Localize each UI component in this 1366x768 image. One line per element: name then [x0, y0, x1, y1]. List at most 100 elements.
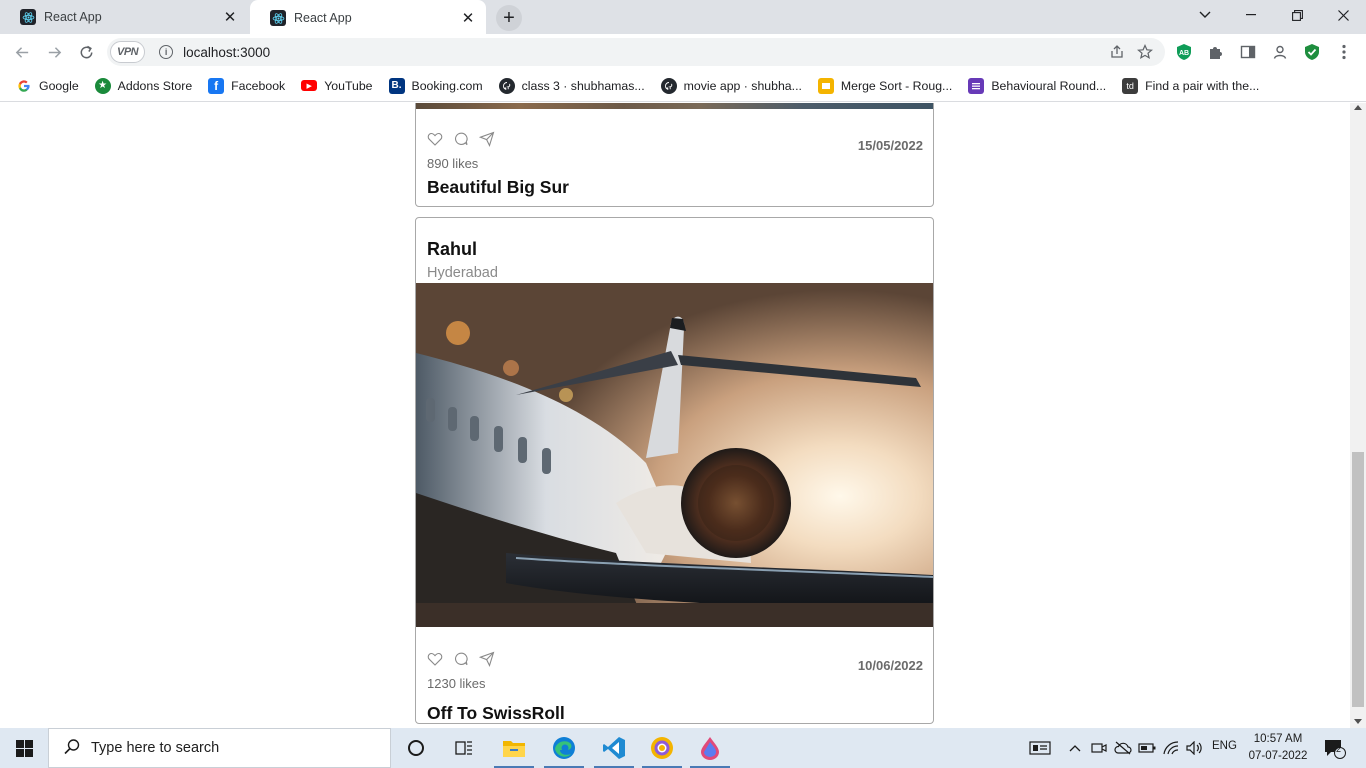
page-viewport: 15/05/2022 890 likes Beautiful Big Sur R… — [0, 103, 1350, 728]
side-panel-icon[interactable] — [1238, 42, 1258, 62]
post-image — [416, 103, 933, 109]
cloud-off-icon[interactable] — [1114, 739, 1132, 757]
bookmark-merge-sort[interactable]: Merge Sort - Roug... — [810, 73, 960, 99]
minimize-button[interactable] — [1228, 0, 1274, 30]
heart-icon[interactable] — [426, 130, 444, 148]
tab-title: React App — [294, 11, 352, 25]
close-icon[interactable]: ✕ — [460, 10, 476, 27]
react-icon — [270, 10, 286, 26]
profile-icon[interactable] — [1270, 42, 1290, 62]
clock-time: 10:57 AM — [1253, 733, 1303, 745]
bookmarks-bar: Google ★ Addons Store f Facebook ▶ YouTu… — [0, 70, 1366, 102]
page-scrollbar[interactable] — [1350, 103, 1366, 728]
slides-icon — [817, 77, 834, 94]
task-view-icon[interactable] — [440, 728, 488, 768]
url-text[interactable]: localhost:3000 — [183, 45, 1103, 60]
search-icon — [63, 738, 81, 759]
menu-kebab-icon[interactable] — [1334, 42, 1354, 62]
share-icon[interactable] — [478, 650, 496, 668]
tab-strip: React App ✕ React App ✕ + — [0, 0, 1366, 36]
bookmark-label: YouTube — [324, 78, 373, 93]
bookmark-label: class 3 · shubhamas... — [521, 78, 645, 93]
github-icon — [660, 77, 677, 94]
vscode-icon[interactable] — [590, 728, 638, 768]
site-info-icon[interactable]: i — [159, 45, 174, 59]
bookmark-booking[interactable]: B. Booking.com — [381, 73, 491, 99]
bookmark-label: Booking.com — [411, 78, 483, 93]
post-author: Rahul — [427, 239, 478, 259]
scrollbar-thumb[interactable] — [1352, 452, 1364, 707]
cortana-icon[interactable] — [392, 728, 440, 768]
paint-app-icon[interactable] — [686, 728, 734, 768]
keyboard-layout-icon[interactable] — [1028, 739, 1052, 757]
post-card: 15/05/2022 890 likes Beautiful Big Sur — [415, 103, 934, 207]
github-icon — [498, 77, 515, 94]
back-button[interactable] — [8, 38, 36, 66]
vpn-chip[interactable]: VPN — [110, 41, 146, 63]
tab-react-app-2[interactable]: React App ✕ — [250, 0, 486, 36]
comment-icon[interactable] — [452, 650, 470, 668]
chevron-up-icon[interactable] — [1066, 739, 1084, 757]
close-window-button[interactable] — [1320, 0, 1366, 30]
bookmark-label: Merge Sort - Roug... — [840, 78, 953, 93]
system-clock[interactable]: 10:57 AM 07-07-2022 — [1240, 731, 1316, 765]
td-icon: td — [1122, 77, 1139, 94]
bookmark-youtube[interactable]: ▶ YouTube — [293, 73, 380, 99]
bookmark-label: Behavioural Round... — [991, 78, 1107, 93]
language-indicator[interactable]: ENG — [1212, 740, 1237, 752]
post-caption: Off To SwissRoll — [427, 703, 565, 723]
bookmark-google[interactable]: Google — [8, 73, 87, 99]
reload-button[interactable] — [72, 38, 100, 66]
bookmark-label: Google — [39, 78, 79, 93]
address-bar[interactable]: VPN i localhost:3000 — [107, 38, 1165, 66]
battery-icon[interactable] — [1138, 739, 1156, 757]
file-explorer-icon[interactable] — [490, 728, 538, 768]
tab-react-app-1[interactable]: React App ✕ — [0, 0, 248, 34]
start-button[interactable] — [0, 728, 48, 768]
post-location: Hyderabad — [427, 265, 498, 281]
post-date: 15/05/2022 — [857, 138, 923, 153]
post-actions — [426, 130, 496, 148]
bookmark-addons-store[interactable]: ★ Addons Store — [87, 73, 201, 99]
bookmark-label: Facebook — [231, 78, 286, 93]
forward-button[interactable] — [40, 38, 68, 66]
browser-toolbar: VPN i localhost:3000 AB — [0, 34, 1366, 70]
close-icon[interactable]: ✕ — [222, 9, 238, 26]
edge-browser-icon[interactable] — [540, 728, 588, 768]
tab-title: React App — [44, 10, 102, 24]
bookmark-star-icon[interactable] — [1131, 38, 1159, 66]
tab-search-chevron-icon[interactable] — [1182, 0, 1228, 30]
addons-store-icon: ★ — [94, 77, 111, 94]
airplane-photo — [416, 283, 933, 627]
restore-button[interactable] — [1274, 0, 1320, 30]
volume-icon[interactable] — [1186, 739, 1204, 757]
adblock-icon[interactable]: AB — [1174, 42, 1194, 62]
scroll-up-arrow-icon[interactable] — [1354, 105, 1362, 110]
bookmark-behavioural-round[interactable]: Behavioural Round... — [960, 73, 1114, 99]
bookmark-label: movie app · shubha... — [683, 78, 802, 93]
bookmark-movie-app-github[interactable]: movie app · shubha... — [653, 73, 810, 99]
scroll-down-arrow-icon[interactable] — [1354, 719, 1362, 724]
notification-center-icon[interactable]: 2 — [1323, 738, 1347, 760]
post-date: 10/06/2022 — [857, 658, 923, 673]
post-caption: Beautiful Big Sur — [427, 177, 569, 197]
heart-icon[interactable] — [426, 650, 444, 668]
security-shield-icon[interactable] — [1302, 42, 1322, 62]
clock-date: 07-07-2022 — [1248, 750, 1308, 762]
share-icon[interactable] — [478, 130, 496, 148]
new-tab-button[interactable]: + — [496, 5, 522, 31]
bookmark-find-a-pair[interactable]: td Find a pair with the... — [1114, 73, 1267, 99]
wifi-icon[interactable] — [1162, 739, 1180, 757]
comment-icon[interactable] — [452, 130, 470, 148]
extensions-puzzle-icon[interactable] — [1206, 42, 1226, 62]
chrome-canary-icon[interactable] — [638, 728, 686, 768]
meet-now-icon[interactable] — [1090, 739, 1108, 757]
share-icon[interactable] — [1103, 38, 1131, 66]
search-placeholder: Type here to search — [91, 740, 220, 756]
taskbar-search-input[interactable]: Type here to search — [48, 728, 391, 768]
bookmark-class3-github[interactable]: class 3 · shubhamas... — [491, 73, 653, 99]
post-image — [416, 283, 933, 627]
likes-count: 1230 likes — [427, 676, 486, 691]
bookmark-facebook[interactable]: f Facebook — [200, 73, 293, 99]
forms-icon — [968, 77, 985, 94]
